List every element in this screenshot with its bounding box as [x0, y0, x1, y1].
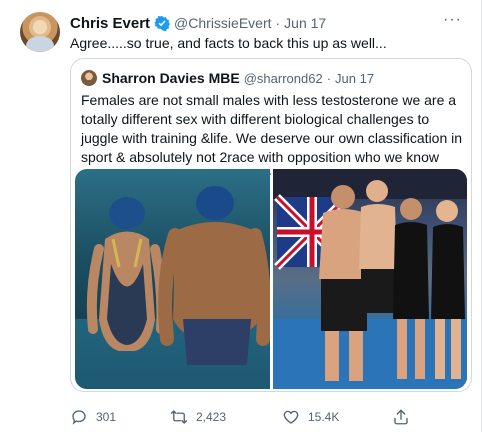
quoted-tweet[interactable]: Sharron Davies MBE @sharrond62 · Jun 17 … — [70, 58, 472, 392]
quoted-author-name: Sharron Davies MBE — [102, 70, 240, 86]
author-handle[interactable]: @ChrissieEvert — [174, 15, 271, 31]
quoted-tweet-date: Jun 17 — [335, 70, 375, 86]
swimmers-back-photo[interactable] — [75, 169, 270, 389]
tweet-text: Agree.....so true, and facts to back thi… — [70, 35, 387, 51]
more-icon[interactable]: ··· — [443, 11, 462, 29]
verified-icon — [154, 15, 171, 31]
quoted-tweet-header: Sharron Davies MBE @sharrond62 · Jun 17 — [81, 69, 374, 87]
quoted-avatar — [81, 70, 97, 86]
share-icon — [394, 409, 408, 425]
tweet-header: Chris Evert @ChrissieEvert · Jun 17 ··· — [70, 11, 466, 33]
retweet-button[interactable]: 2,423 — [170, 406, 226, 428]
reply-button[interactable]: 301 — [70, 406, 116, 428]
tweet-actions: 301 2,423 15.4K — [70, 406, 470, 428]
author-name[interactable]: Chris Evert — [70, 15, 150, 32]
tweet-date[interactable]: Jun 17 — [284, 15, 326, 31]
like-count: 15.4K — [308, 410, 340, 424]
tweet[interactable]: Chris Evert @ChrissieEvert · Jun 17 ··· … — [0, 0, 480, 432]
like-icon — [283, 410, 299, 424]
media-grid — [75, 169, 467, 389]
retweet-icon — [170, 410, 188, 424]
like-button[interactable]: 15.4K — [282, 406, 339, 428]
share-button[interactable] — [392, 406, 418, 428]
separator-dot: · — [275, 15, 281, 31]
reply-count: 301 — [96, 410, 117, 424]
retweet-count: 2,423 — [196, 410, 227, 424]
swimmers-team-photo[interactable] — [272, 169, 467, 389]
separator-dot: · — [326, 70, 332, 86]
reply-icon — [72, 410, 86, 425]
quoted-author-handle: @sharrond62 — [243, 70, 323, 86]
avatar[interactable] — [20, 12, 60, 52]
